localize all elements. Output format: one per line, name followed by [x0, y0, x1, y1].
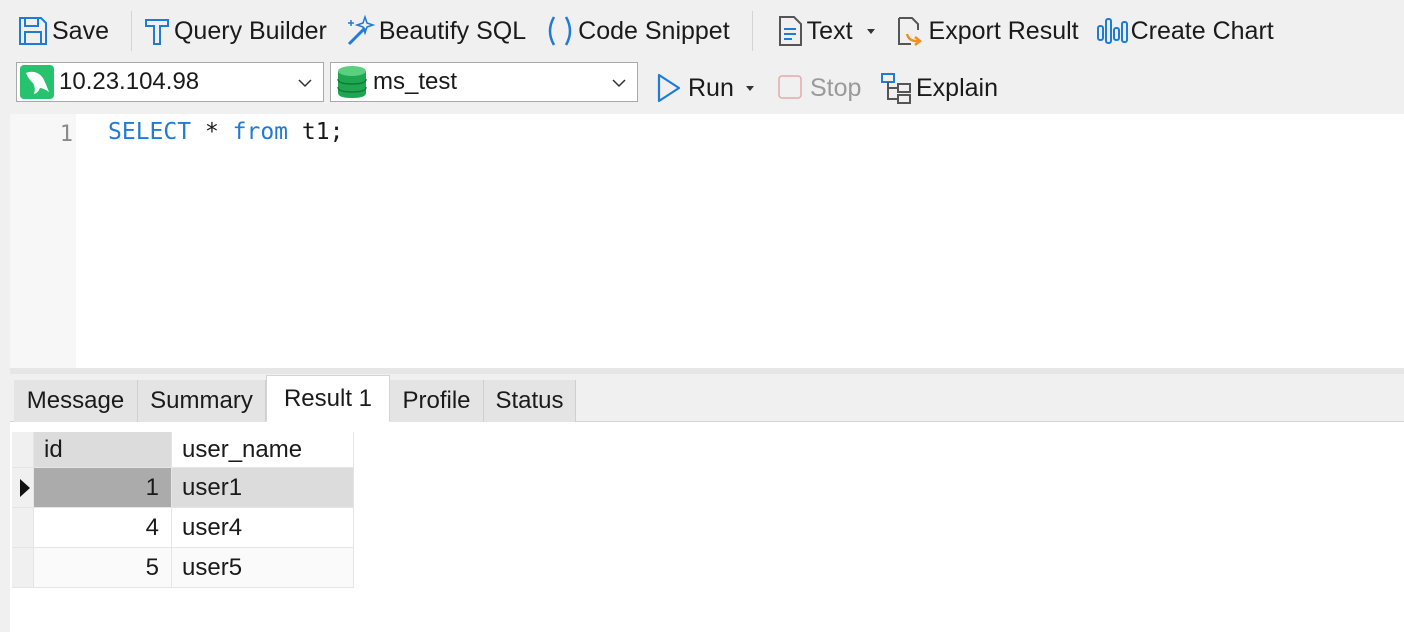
result-tabs: Message Summary Result 1 Profile Status: [10, 374, 1404, 422]
explain-button[interactable]: Explain: [880, 68, 998, 108]
beautify-sql-label: Beautify SQL: [378, 16, 527, 45]
current-row-arrow-icon: [20, 478, 30, 497]
tab-label: Status: [495, 387, 564, 414]
create-chart-label: Create Chart: [1130, 16, 1274, 45]
column-header-id[interactable]: id: [34, 432, 172, 468]
stop-button[interactable]: Stop: [778, 68, 861, 108]
column-header-user-name[interactable]: user_name: [172, 432, 354, 468]
explain-icon: [881, 73, 911, 104]
chevron-down-icon: [298, 79, 312, 88]
tab-label: Message: [26, 387, 125, 414]
create-chart-button[interactable]: Create Chart: [1095, 11, 1274, 51]
tab-label: Result 1: [283, 384, 373, 412]
save-label: Save: [52, 16, 109, 45]
toolbar-separator: [751, 11, 753, 51]
cell-value: 4: [145, 513, 159, 541]
parentheses-icon: [548, 16, 572, 46]
table-cell-id[interactable]: 5: [34, 548, 172, 588]
tab-summary[interactable]: Summary: [138, 380, 266, 422]
database-name: ms_test: [373, 68, 458, 95]
tab-profile[interactable]: Profile: [390, 380, 484, 422]
beautify-sql-button[interactable]: Beautify SQL: [343, 11, 526, 51]
chevron-down-icon: [612, 79, 626, 88]
cell-value: user5: [182, 553, 243, 581]
database-select[interactable]: ms_test: [330, 62, 638, 102]
tab-label: Profile: [402, 387, 471, 414]
run-label: Run: [688, 73, 734, 102]
run-button[interactable]: Run: [654, 68, 762, 108]
row-indicator[interactable]: [12, 508, 34, 548]
connection-toolbar: 10.23.104.98 ms_test Run Stop Explain: [0, 62, 1404, 114]
tab-status[interactable]: Status: [484, 380, 576, 422]
keyword-from: from: [232, 119, 289, 145]
save-button[interactable]: Save: [16, 11, 109, 51]
floppy-disk-icon: [19, 17, 47, 45]
connection-host: 10.23.104.98: [59, 68, 200, 95]
table-cell-user-name[interactable]: user5: [172, 548, 354, 588]
column-header-label: user_name: [182, 435, 303, 463]
stop-icon: [778, 75, 802, 99]
code-snippet-button[interactable]: Code Snippet: [544, 11, 730, 51]
tab-result-1[interactable]: Result 1: [266, 375, 390, 422]
export-icon: [897, 17, 922, 46]
row-indicator[interactable]: [12, 468, 34, 508]
chart-icon: [1096, 18, 1128, 44]
main-toolbar: Save Query Builder Beautify SQL Code Sni…: [0, 0, 1404, 62]
export-result-button[interactable]: Export Result: [893, 11, 1079, 51]
text-format-button[interactable]: Text: [775, 11, 883, 51]
column-header-label: id: [44, 435, 63, 463]
code-star: *: [191, 119, 233, 145]
sql-editor[interactable]: 1 SELECT * from t1;: [10, 114, 1404, 368]
table-cell-id[interactable]: 4: [34, 508, 172, 548]
dolphin-icon: [20, 65, 54, 99]
stop-label: Stop: [810, 73, 862, 102]
cell-value: user4: [182, 513, 243, 541]
table-cell-id[interactable]: 1: [34, 468, 172, 508]
table-cell-user-name[interactable]: user4: [172, 508, 354, 548]
text-format-label: Text: [806, 16, 853, 45]
line-number: 1: [59, 122, 73, 147]
code-table: t1;: [288, 119, 344, 145]
code-line[interactable]: SELECT * from t1;: [108, 119, 343, 145]
line-number-gutter: 1: [10, 114, 76, 368]
dropdown-arrow-icon[interactable]: [859, 21, 883, 41]
cell-value: user1: [182, 473, 243, 501]
tab-message[interactable]: Message: [14, 380, 138, 422]
row-indicator-header: [12, 432, 34, 468]
database-icon: [337, 66, 367, 98]
export-result-label: Export Result: [928, 16, 1079, 45]
keyword-select: SELECT: [108, 119, 192, 145]
query-builder-label: Query Builder: [173, 16, 327, 45]
code-snippet-label: Code Snippet: [578, 16, 730, 45]
tab-label: Summary: [150, 387, 253, 414]
table-cell-user-name[interactable]: user1: [172, 468, 354, 508]
dropdown-arrow-icon[interactable]: [738, 78, 762, 98]
document-icon: [778, 16, 802, 46]
cell-value: 5: [145, 553, 159, 581]
explain-label: Explain: [916, 73, 998, 102]
play-icon: [657, 73, 681, 103]
cell-value: 1: [145, 473, 159, 501]
query-builder-icon: [144, 19, 169, 45]
query-builder-button[interactable]: Query Builder: [142, 11, 327, 51]
row-indicator[interactable]: [12, 548, 34, 588]
connection-select[interactable]: 10.23.104.98: [16, 62, 324, 102]
toolbar-separator: [130, 11, 132, 51]
result-grid: id user_name 1 user1 4 user4 5 user5: [10, 422, 1404, 632]
magic-wand-icon: [347, 14, 376, 46]
